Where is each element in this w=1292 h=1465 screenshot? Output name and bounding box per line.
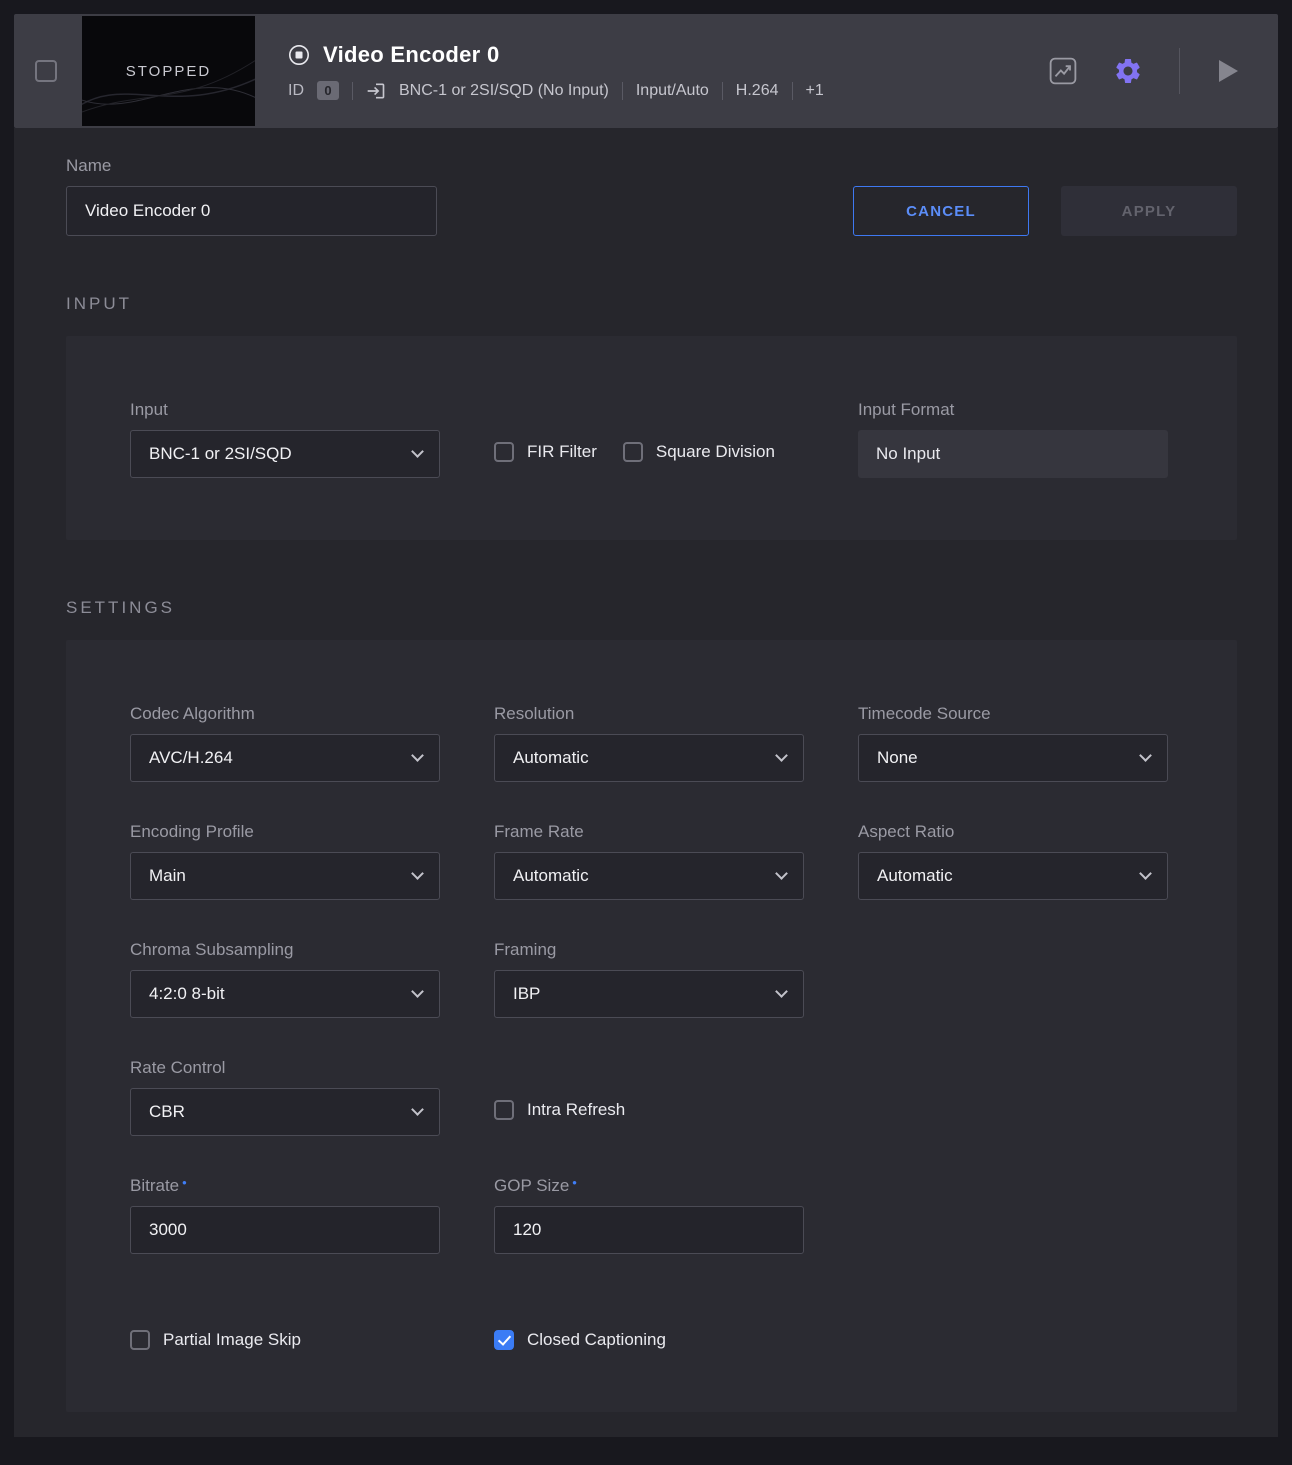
chevron-down-icon bbox=[411, 1103, 424, 1116]
select-encoder-checkbox[interactable] bbox=[35, 60, 57, 82]
meta-codec: H.264 bbox=[736, 82, 779, 100]
aspect-ratio-select[interactable]: Automatic bbox=[858, 852, 1168, 900]
encoding-profile-select[interactable]: Main bbox=[130, 852, 440, 900]
intra-refresh-checkbox[interactable] bbox=[494, 1100, 514, 1120]
name-label: Name bbox=[66, 156, 437, 176]
header-info: Video Encoder 0 ID 0 BNC-1 or 2SI/SQD (N… bbox=[288, 42, 824, 101]
apply-button[interactable]: APPLY bbox=[1061, 186, 1237, 236]
gop-size-label: GOP Size• bbox=[494, 1176, 804, 1196]
name-input[interactable] bbox=[66, 186, 437, 236]
rate-control-label: Rate Control bbox=[130, 1058, 440, 1078]
frame-rate-select[interactable]: Automatic bbox=[494, 852, 804, 900]
encoder-title: Video Encoder 0 bbox=[323, 42, 499, 68]
closed-captioning-checkbox-item[interactable]: Closed Captioning bbox=[494, 1330, 804, 1350]
chevron-down-icon bbox=[1139, 867, 1152, 880]
chevron-down-icon bbox=[775, 749, 788, 762]
fir-filter-checkbox[interactable] bbox=[494, 442, 514, 462]
settings-section-panel: Codec Algorithm AVC/H.264 Resolution Aut… bbox=[66, 640, 1237, 1412]
input-format-value: No Input bbox=[858, 430, 1168, 478]
id-badge: 0 bbox=[317, 81, 339, 100]
framing-label: Framing bbox=[494, 940, 804, 960]
cancel-button[interactable]: CANCEL bbox=[853, 186, 1029, 236]
meta-input-mode: Input/Auto bbox=[636, 82, 709, 100]
fir-filter-checkbox-item[interactable]: FIR Filter bbox=[494, 442, 597, 462]
square-division-checkbox[interactable] bbox=[623, 442, 643, 462]
rate-control-select[interactable]: CBR bbox=[130, 1088, 440, 1136]
preview-thumbnail: STOPPED bbox=[82, 16, 255, 126]
intra-refresh-checkbox-item[interactable]: Intra Refresh bbox=[494, 1100, 625, 1120]
required-marker: • bbox=[572, 1175, 577, 1190]
divider bbox=[792, 82, 793, 100]
chevron-down-icon bbox=[775, 867, 788, 880]
frame-rate-label: Frame Rate bbox=[494, 822, 804, 842]
chevron-down-icon bbox=[411, 985, 424, 998]
settings-gear-icon[interactable] bbox=[1113, 56, 1143, 86]
start-button[interactable] bbox=[1216, 58, 1240, 84]
input-format-label: Input Format bbox=[858, 400, 1168, 420]
partial-image-skip-checkbox-item[interactable]: Partial Image Skip bbox=[130, 1330, 440, 1350]
divider bbox=[352, 82, 353, 100]
stopped-status-icon bbox=[288, 44, 310, 66]
play-icon bbox=[1216, 58, 1240, 84]
chroma-subsampling-select[interactable]: 4:2:0 8-bit bbox=[130, 970, 440, 1018]
input-section-title: INPUT bbox=[66, 294, 1237, 314]
chevron-down-icon bbox=[411, 749, 424, 762]
stats-icon[interactable] bbox=[1049, 57, 1077, 85]
divider bbox=[622, 82, 623, 100]
resolution-label: Resolution bbox=[494, 704, 804, 724]
timecode-source-label: Timecode Source bbox=[858, 704, 1168, 724]
square-division-checkbox-item[interactable]: Square Division bbox=[623, 442, 775, 462]
gop-size-input[interactable] bbox=[494, 1206, 804, 1254]
input-label: Input bbox=[130, 400, 440, 420]
divider bbox=[1179, 48, 1180, 94]
codec-algorithm-label: Codec Algorithm bbox=[130, 704, 440, 724]
page: STOPPED Video Encoder 0 ID 0 BNC-1 or 2S… bbox=[0, 0, 1292, 1465]
encoder-detail-panel: Name CANCEL APPLY INPUT Input BNC-1 or 2… bbox=[14, 128, 1278, 1437]
input-select[interactable]: BNC-1 or 2SI/SQD bbox=[130, 430, 440, 478]
meta-more-count: +1 bbox=[806, 82, 824, 100]
resolution-select[interactable]: Automatic bbox=[494, 734, 804, 782]
chevron-down-icon bbox=[1139, 749, 1152, 762]
chevron-down-icon bbox=[411, 445, 424, 458]
encoder-header: STOPPED Video Encoder 0 ID 0 BNC-1 or 2S… bbox=[14, 14, 1278, 128]
encoder-meta-row: ID 0 BNC-1 or 2SI/SQD (No Input) Input/A… bbox=[288, 81, 824, 101]
header-actions bbox=[1049, 48, 1278, 94]
input-source-icon bbox=[366, 81, 386, 101]
thumbnail-status-label: STOPPED bbox=[126, 63, 211, 80]
required-marker: • bbox=[182, 1175, 187, 1190]
source-summary: BNC-1 or 2SI/SQD (No Input) bbox=[399, 82, 609, 100]
settings-section-title: SETTINGS bbox=[66, 598, 1237, 618]
id-label: ID bbox=[288, 82, 304, 100]
closed-captioning-checkbox[interactable] bbox=[494, 1330, 514, 1350]
bitrate-label: Bitrate• bbox=[130, 1176, 440, 1196]
chevron-down-icon bbox=[775, 985, 788, 998]
divider bbox=[722, 82, 723, 100]
encoding-profile-label: Encoding Profile bbox=[130, 822, 440, 842]
bitrate-input[interactable] bbox=[130, 1206, 440, 1254]
input-section-panel: Input BNC-1 or 2SI/SQD FIR Filter Square… bbox=[66, 336, 1237, 540]
framing-select[interactable]: IBP bbox=[494, 970, 804, 1018]
aspect-ratio-label: Aspect Ratio bbox=[858, 822, 1168, 842]
codec-algorithm-select[interactable]: AVC/H.264 bbox=[130, 734, 440, 782]
timecode-source-select[interactable]: None bbox=[858, 734, 1168, 782]
chevron-down-icon bbox=[411, 867, 424, 880]
chroma-subsampling-label: Chroma Subsampling bbox=[130, 940, 440, 960]
partial-image-skip-checkbox[interactable] bbox=[130, 1330, 150, 1350]
